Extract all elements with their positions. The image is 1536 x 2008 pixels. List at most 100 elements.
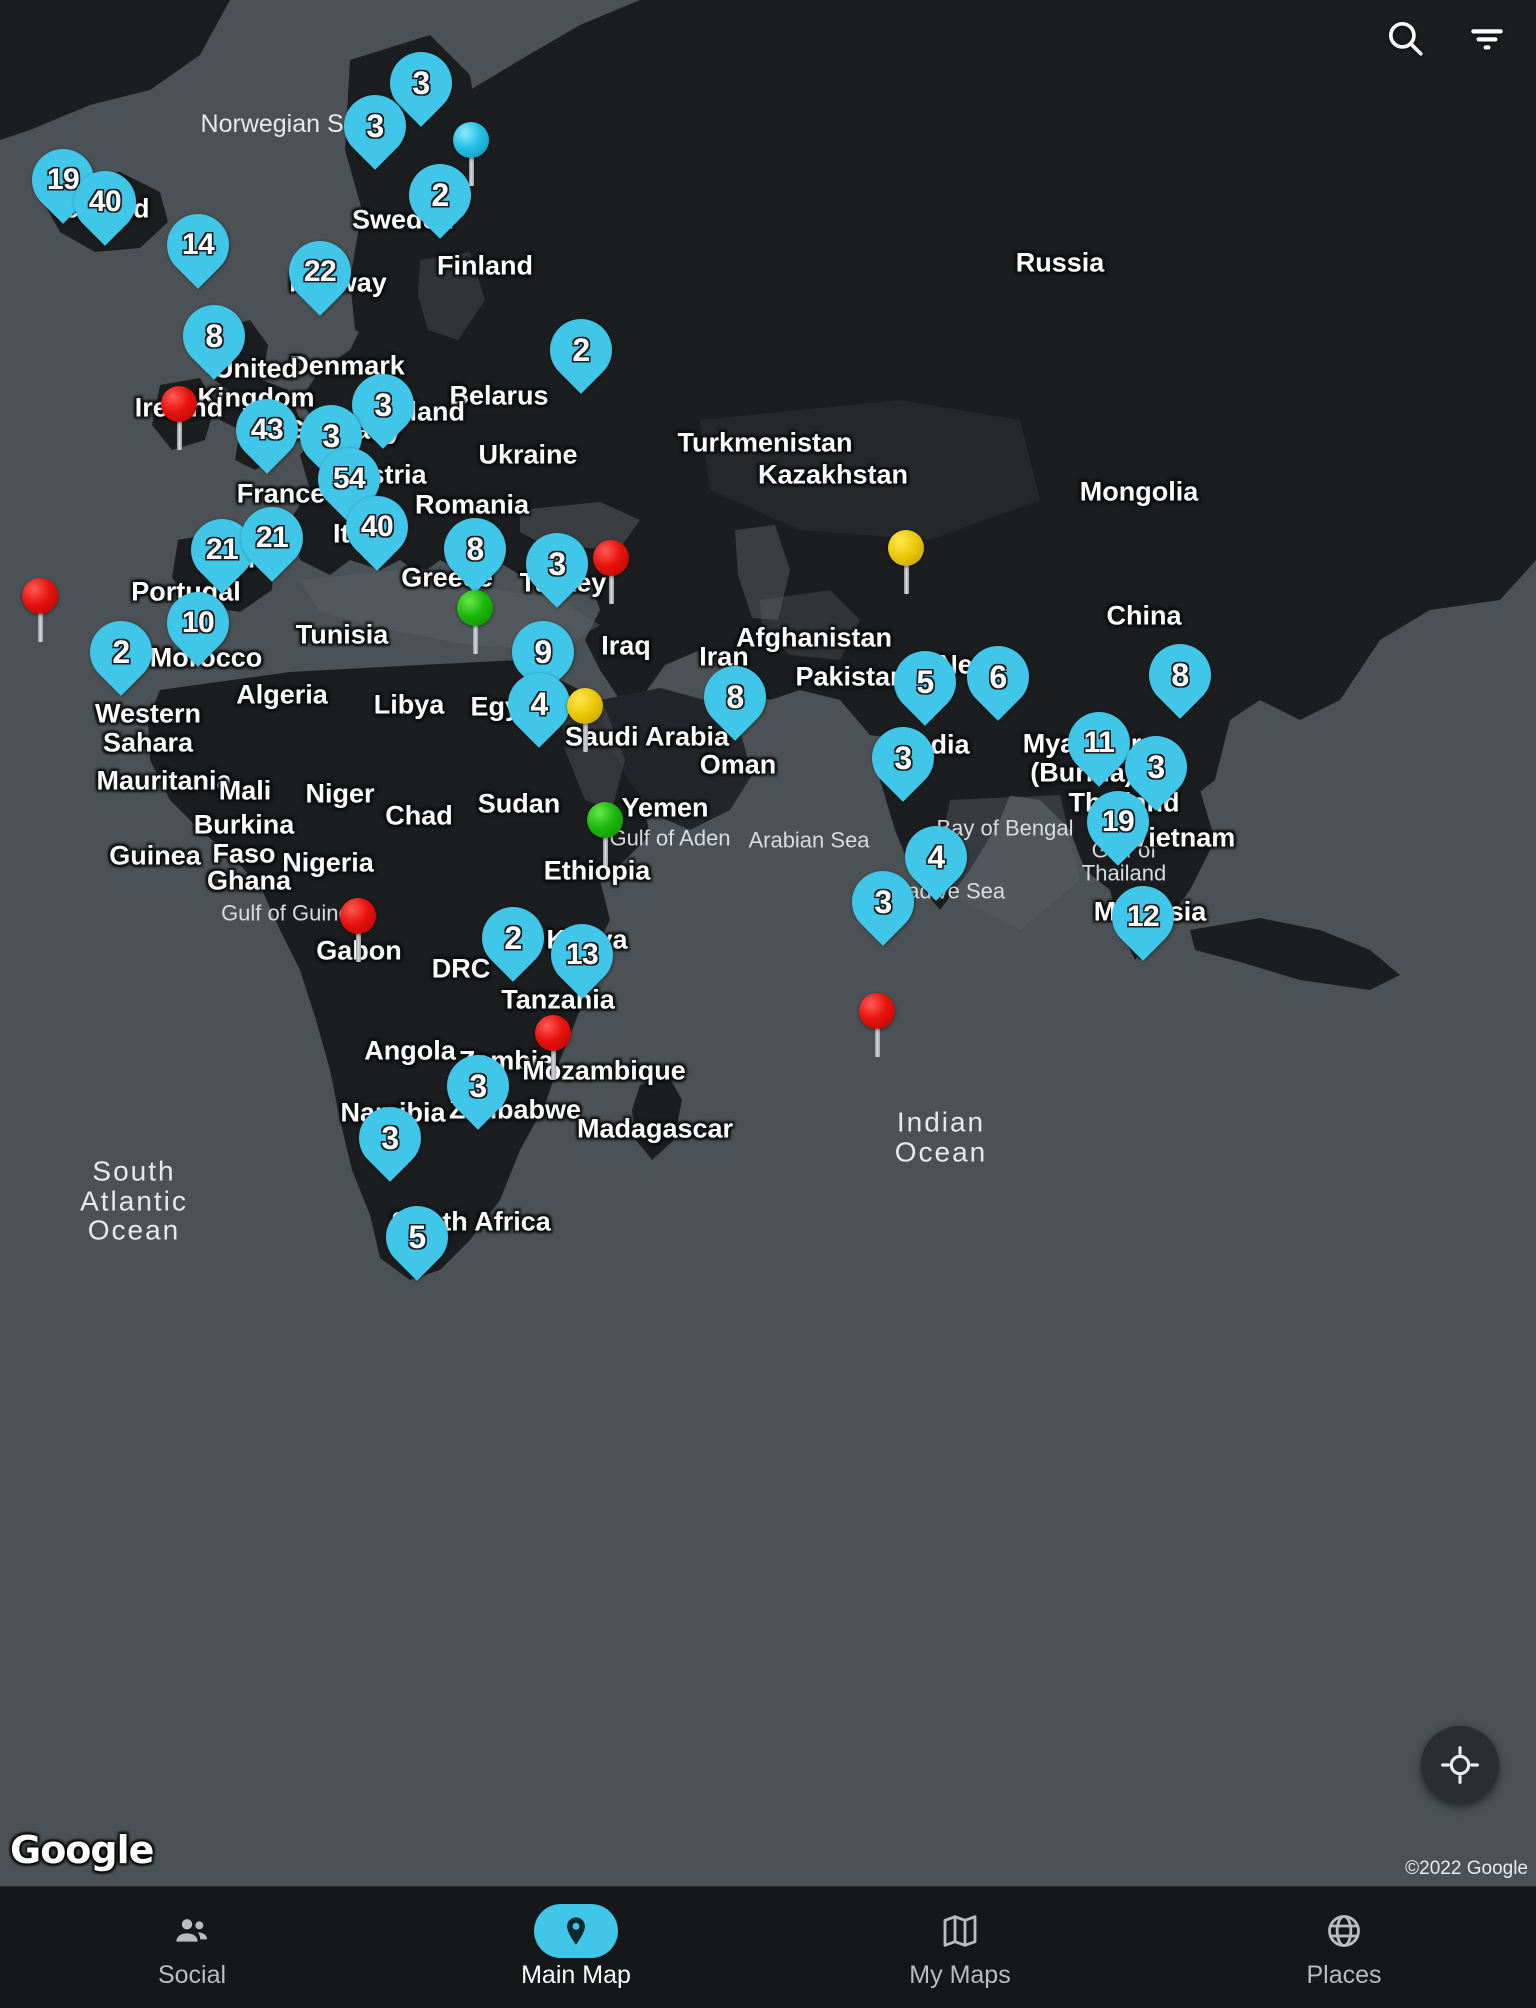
- cluster-count: 4: [927, 838, 945, 875]
- cluster-count: 10: [181, 606, 215, 639]
- bottom-navigation: Social Main Map My Maps Places: [0, 1886, 1536, 2008]
- map-top-controls: [1366, 0, 1536, 76]
- active-tab-pill: [534, 1904, 618, 1958]
- people-icon: [172, 1909, 212, 1953]
- cluster-count: 11: [1083, 726, 1115, 759]
- cluster-marker[interactable]: 3: [859, 714, 947, 807]
- nav-item-label: Main Map: [521, 1961, 631, 1989]
- cluster-marker[interactable]: 40: [61, 158, 149, 251]
- cluster-count: 2: [572, 331, 590, 368]
- cluster-marker[interactable]: 8: [431, 505, 519, 598]
- cluster-marker[interactable]: 3: [513, 520, 601, 613]
- pin-head-icon: [535, 1015, 571, 1051]
- cluster-count: 21: [255, 521, 289, 554]
- cluster-count: 19: [1101, 805, 1135, 838]
- cluster-count: 3: [894, 739, 912, 776]
- cluster-marker[interactable]: 5: [881, 638, 969, 731]
- my-location-button[interactable]: [1421, 1726, 1499, 1804]
- cluster-marker[interactable]: 4: [495, 660, 583, 753]
- pin-head-icon: [22, 578, 58, 614]
- cluster-count: 40: [360, 510, 394, 543]
- pin-head-icon: [593, 540, 629, 576]
- map-pin-green[interactable]: [585, 802, 625, 866]
- cluster-marker[interactable]: 3: [346, 1094, 434, 1187]
- cluster-count: 3: [469, 1067, 487, 1104]
- map-canvas[interactable]: Norwegian Sea South Atlantic Ocean Indian Oce…: [0, 0, 1536, 1886]
- pin-head-icon: [567, 688, 603, 724]
- map-pin-cyan[interactable]: [451, 122, 491, 186]
- cluster-count: 43: [250, 413, 284, 446]
- cluster-count: 13: [565, 938, 599, 971]
- cluster-marker[interactable]: 4: [892, 813, 980, 906]
- pin-head-icon: [888, 530, 924, 566]
- nav-item-social[interactable]: Social: [0, 1887, 384, 2008]
- cluster-marker[interactable]: 2: [469, 894, 557, 987]
- map-pin-red[interactable]: [591, 540, 631, 604]
- google-logo: Google: [10, 1828, 154, 1872]
- map-icon: [940, 1909, 980, 1953]
- map-attribution: ©2022 Google: [1405, 1858, 1528, 1879]
- app-root: Norwegian Sea South Atlantic Ocean Indian Oce…: [0, 0, 1536, 2008]
- cluster-count: 40: [88, 185, 122, 218]
- cluster-count: 3: [874, 883, 892, 920]
- map-pin-red[interactable]: [533, 1015, 573, 1079]
- cluster-count: 3: [381, 1119, 399, 1156]
- nav-item-label: Places: [1306, 1961, 1382, 1989]
- cluster-count: 8: [205, 317, 223, 354]
- cluster-count: 14: [181, 228, 215, 261]
- cluster-count: 8: [466, 530, 484, 567]
- cluster-count: 4: [530, 685, 548, 722]
- map-pin-red[interactable]: [857, 993, 897, 1057]
- nav-item-main-map[interactable]: Main Map: [384, 1887, 768, 2008]
- map-pin-green[interactable]: [455, 590, 495, 654]
- map-pin-red[interactable]: [338, 898, 378, 962]
- cluster-marker[interactable]: 3: [331, 82, 419, 175]
- cluster-count: 12: [1126, 900, 1160, 933]
- cluster-count: 6: [989, 658, 1007, 695]
- nav-item-places[interactable]: Places: [1152, 1887, 1536, 2008]
- cluster-marker[interactable]: 14: [154, 201, 242, 294]
- search-icon[interactable]: [1380, 13, 1430, 63]
- map-pin-red[interactable]: [159, 386, 199, 450]
- cluster-count: 3: [1147, 748, 1165, 785]
- pin-head-icon: [161, 386, 197, 422]
- cluster-marker[interactable]: 43: [223, 386, 311, 479]
- cluster-count: 22: [303, 255, 337, 288]
- nav-item-label: Social: [157, 1961, 227, 1989]
- cluster-count: 2: [112, 633, 130, 670]
- cluster-count: 3: [548, 545, 566, 582]
- cluster-count: 8: [1171, 656, 1189, 693]
- pin-head-icon: [587, 802, 623, 838]
- cluster-count: 8: [726, 678, 744, 715]
- map-landmass: [0, 0, 1536, 1886]
- cluster-marker[interactable]: 8: [1136, 631, 1224, 724]
- pin-head-icon: [457, 590, 493, 626]
- cluster-marker[interactable]: 3: [839, 858, 927, 951]
- globe-icon: [1324, 1909, 1364, 1953]
- cluster-marker[interactable]: 2: [537, 306, 625, 399]
- cluster-marker[interactable]: 6: [954, 633, 1042, 726]
- cluster-count: 5: [408, 1218, 426, 1255]
- cluster-marker[interactable]: 40: [333, 483, 421, 576]
- cluster-marker[interactable]: 13: [538, 911, 626, 1004]
- cluster-marker[interactable]: 12: [1099, 873, 1187, 966]
- cluster-count: 5: [916, 663, 934, 700]
- cluster-marker[interactable]: 21: [228, 494, 316, 587]
- cluster-marker[interactable]: 11: [1055, 699, 1143, 792]
- cluster-marker[interactable]: 5: [373, 1193, 461, 1286]
- map-pin-red[interactable]: [20, 578, 60, 642]
- cluster-marker[interactable]: 8: [691, 653, 779, 746]
- filter-icon[interactable]: [1462, 13, 1512, 63]
- cluster-marker[interactable]: 10: [154, 579, 242, 672]
- nav-item-my-maps[interactable]: My Maps: [768, 1887, 1152, 2008]
- cluster-marker[interactable]: 2: [77, 608, 165, 701]
- cluster-marker[interactable]: 3: [434, 1042, 522, 1135]
- cluster-count: 3: [366, 107, 384, 144]
- pin-head-icon: [859, 993, 895, 1029]
- cluster-count: 2: [504, 919, 522, 956]
- map-pin-yellow[interactable]: [886, 530, 926, 594]
- cluster-marker[interactable]: 22: [276, 228, 364, 321]
- cluster-marker[interactable]: 19: [1074, 778, 1162, 871]
- cluster-marker[interactable]: 8: [170, 292, 258, 385]
- map-pin-yellow[interactable]: [565, 688, 605, 752]
